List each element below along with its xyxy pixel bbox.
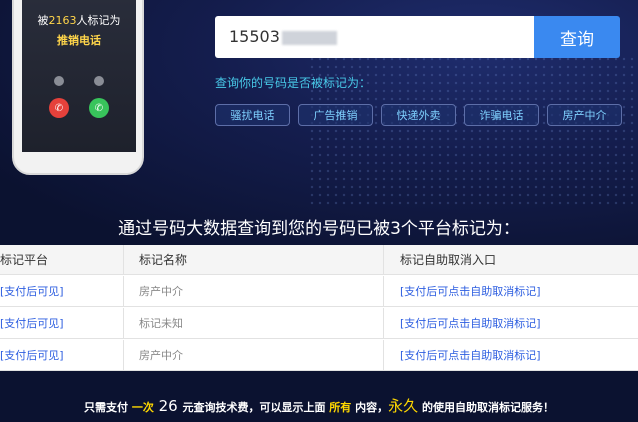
accept-call-icon: ✆ — [89, 98, 109, 118]
tag-harassment[interactable]: 骚扰电话 — [215, 104, 290, 126]
payment-notice: 只需支付 一次 26 元查询技术费，可以显示上面 所有 内容，永久 的使用自助取… — [83, 397, 554, 415]
result-headline: 通过号码大数据查询到您的号码已被3个平台标记为： — [118, 219, 520, 239]
phone-mark-label: 推销电话 — [57, 34, 101, 47]
phone-search-input[interactable]: 15503 — [215, 16, 535, 58]
header-mark-name: 标记名称 — [123, 245, 383, 274]
mute-icon — [54, 76, 64, 86]
tag-delivery[interactable]: 快递外卖 — [381, 104, 456, 126]
tag-advertising[interactable]: 广告推销 — [298, 104, 373, 126]
redacted-digits — [281, 30, 337, 45]
mark-name: 房产中介 — [123, 276, 383, 306]
hero-banner: 被2163人标记为 推销电话 ✆ ✆ 15503 查询 查询你的号码是否被标记为… — [0, 0, 638, 245]
query-label: 查询你的号码是否被标记为： — [215, 76, 372, 90]
table-header-row: 标记平台 标记名称 标记自助取消入口 — [0, 245, 638, 275]
mark-name: 标记未知 — [123, 308, 383, 338]
search-button[interactable]: 查询 — [534, 16, 620, 58]
platform-link[interactable]: [支付后可见] — [0, 340, 123, 370]
message-icon — [94, 76, 104, 86]
decline-call-icon: ✆ — [49, 98, 69, 118]
table-row: [支付后可见] 标记未知 [支付后可点击自助取消标记] — [0, 308, 638, 339]
phone-screen: 被2163人标记为 推销电话 ✆ ✆ — [22, 0, 136, 152]
mark-table: 标记平台 标记名称 标记自助取消入口 [支付后可见] 房产中介 [支付后可点击自… — [0, 245, 638, 371]
header-cancel-entry: 标记自助取消入口 — [383, 245, 638, 274]
cancel-mark-link[interactable]: [支付后可点击自助取消标记] — [383, 276, 638, 306]
mark-name: 房产中介 — [123, 340, 383, 370]
tag-real-estate[interactable]: 房产中介 — [547, 104, 622, 126]
cancel-mark-link[interactable]: [支付后可点击自助取消标记] — [383, 340, 638, 370]
table-row: [支付后可见] 房产中介 [支付后可点击自助取消标记] — [0, 340, 638, 371]
phone-illustration: 被2163人标记为 推销电话 ✆ ✆ — [12, 0, 144, 175]
platform-link[interactable]: [支付后可见] — [0, 308, 123, 338]
table-row: [支付后可见] 房产中介 [支付后可点击自助取消标记] — [0, 276, 638, 307]
phone-mark-count-text: 被2163人标记为 — [37, 14, 121, 27]
tag-fraud[interactable]: 诈骗电话 — [464, 104, 539, 126]
platform-link[interactable]: [支付后可见] — [0, 276, 123, 306]
cancel-mark-link[interactable]: [支付后可点击自助取消标记] — [383, 308, 638, 338]
header-platform: 标记平台 — [0, 253, 49, 267]
